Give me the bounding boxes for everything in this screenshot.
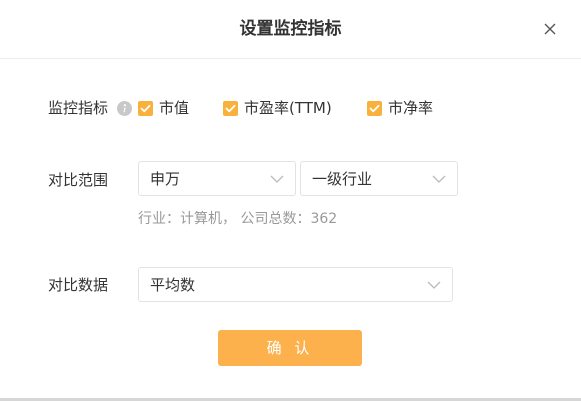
checkbox-checked-icon [138, 100, 153, 116]
compare-data-select-value: 平均数 [150, 276, 196, 294]
scope-label: 对比范围 [48, 171, 109, 189]
checkbox-checked-icon [367, 100, 382, 116]
checkbox-pe-ttm[interactable]: 市盈率(TTM) [223, 98, 332, 118]
checkbox-label: 市值 [159, 99, 190, 117]
dialog-title: 设置监控指标 [239, 19, 342, 39]
indicators-label: 监控指标 [48, 99, 109, 117]
checkbox-label: 市净率 [388, 99, 434, 117]
checkbox-checked-icon [223, 100, 238, 116]
checkbox-pb[interactable]: 市净率 [367, 98, 433, 118]
set-monitor-indicators-dialog: 设置监控指标 监控指标 市值 市盈率(TTM) 市净率 对比范围 申万 一级行业… [0, 0, 581, 401]
industry-hint-text: 行业：计算机， 公司总数：362 [138, 211, 338, 227]
chevron-down-icon [270, 175, 284, 183]
close-icon[interactable] [541, 20, 559, 38]
chevron-down-icon [427, 281, 441, 289]
checkbox-label: 市盈率(TTM) [244, 99, 332, 117]
info-icon[interactable] [117, 101, 132, 116]
compare-data-select[interactable]: 平均数 [138, 267, 453, 302]
dialog-header: 设置监控指标 [0, 0, 581, 59]
checkbox-market-cap[interactable]: 市值 [138, 98, 189, 118]
classification-select[interactable]: 申万 [138, 161, 296, 196]
industry-level-select-value: 一级行业 [312, 170, 373, 188]
chevron-down-icon [432, 175, 446, 183]
classification-select-value: 申万 [150, 170, 181, 188]
industry-level-select[interactable]: 一级行业 [300, 161, 458, 196]
confirm-button[interactable]: 确 认 [218, 330, 362, 366]
compare-label: 对比数据 [48, 276, 109, 294]
